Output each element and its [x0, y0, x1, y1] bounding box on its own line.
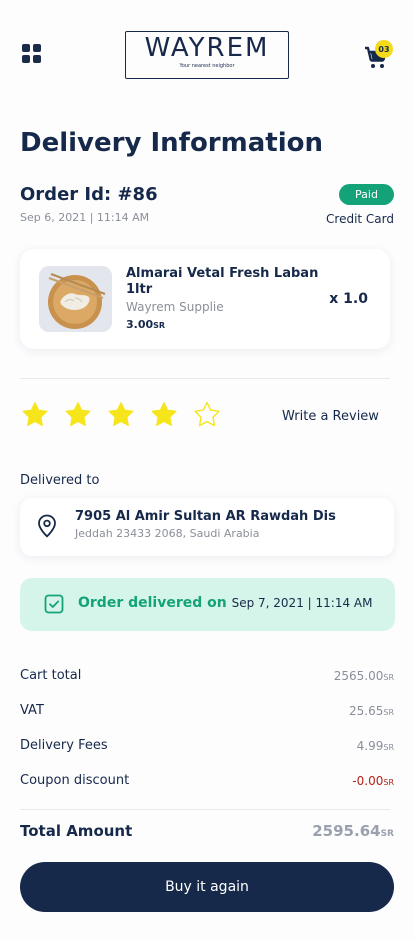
order-delivered-banner: Order delivered on Sep 7, 2021 | 11:14 A…: [20, 578, 395, 631]
star-filled-icon[interactable]: [149, 400, 179, 430]
order-delivered-label: Order delivered on: [78, 595, 227, 611]
product-quantity: x 1.0: [329, 291, 368, 307]
summary-currency: SR: [383, 673, 394, 682]
summary-row-coupon-discount: Coupon discount -0.00SR: [20, 773, 394, 793]
brand-logo[interactable]: WAYREM Your nearest neighbor: [125, 31, 289, 79]
order-date: Sep 6, 2021 | 11:14 AM: [20, 211, 150, 224]
brand-wordmark: WAYREM: [144, 33, 270, 63]
order-delivered-date: Sep 7, 2021 | 11:14 AM: [231, 596, 373, 610]
page-title: Delivery Information: [20, 128, 323, 158]
star-empty-icon[interactable]: [192, 400, 222, 430]
total-currency: SR: [380, 829, 394, 839]
address-card: 7905 Al Amir Sultan AR Rawdah Dis Jeddah…: [20, 498, 394, 556]
address-line-1: 7905 Al Amir Sultan AR Rawdah Dis: [75, 509, 336, 524]
summary-row-vat: VAT 25.65SR: [20, 703, 394, 723]
product-price-currency: SR: [153, 321, 166, 330]
location-pin-icon: [38, 514, 56, 538]
payment-status-badge: Paid: [339, 184, 394, 205]
total-amount-value: 2595.64SR: [312, 822, 394, 840]
summary-currency: SR: [383, 778, 394, 787]
check-square-icon: [44, 594, 64, 614]
buy-again-button[interactable]: Buy it again: [20, 862, 394, 912]
rating-stars[interactable]: [20, 400, 222, 434]
summary-currency: SR: [383, 708, 394, 717]
summary-label: VAT: [20, 703, 44, 718]
product-price: 3.00SR: [126, 318, 165, 331]
summary-label: Cart total: [20, 668, 82, 683]
cart-count-badge: 03: [375, 40, 393, 58]
total-amount-label: Total Amount: [20, 822, 133, 840]
payment-method: Credit Card: [326, 212, 394, 226]
brand-tagline: Your nearest neighbor: [179, 63, 235, 69]
total-amount: 2595.64: [312, 822, 381, 840]
summary-value: 4.99SR: [357, 739, 394, 753]
order-id: Order Id: #86: [20, 184, 158, 205]
product-image: [39, 266, 112, 332]
summary-row-delivery-fees: Delivery Fees 4.99SR: [20, 738, 394, 758]
divider: [20, 809, 390, 810]
address-line-2: Jeddah 23433 2068, Saudi Arabia: [75, 527, 260, 540]
summary-value: 2565.00SR: [334, 669, 394, 683]
summary-value: -0.00SR: [352, 774, 394, 788]
summary-label: Delivery Fees: [20, 738, 108, 753]
star-filled-icon[interactable]: [106, 400, 136, 430]
delivered-to-label: Delivered to: [20, 473, 100, 488]
summary-amount: 2565.00: [333, 669, 384, 683]
star-filled-icon[interactable]: [20, 400, 50, 430]
product-name: Almarai Vetal Fresh Laban 1ltr: [126, 266, 319, 297]
summary-currency: SR: [383, 743, 394, 752]
write-review-link[interactable]: Write a Review: [282, 409, 379, 424]
star-filled-icon[interactable]: [63, 400, 93, 430]
product-vendor: Wayrem Supplie: [126, 300, 224, 314]
order-delivered-text: Order delivered on Sep 7, 2021 | 11:14 A…: [78, 595, 372, 611]
divider: [20, 378, 390, 379]
product-price-value: 3.00: [126, 318, 154, 331]
summary-value: 25.65SR: [349, 704, 394, 718]
summary-amount: -0.00: [352, 774, 384, 788]
product-card[interactable]: Almarai Vetal Fresh Laban 1ltr Wayrem Su…: [20, 249, 390, 349]
summary-amount: 4.99: [356, 739, 384, 753]
summary-amount: 25.65: [349, 704, 384, 718]
app-header: WAYREM Your nearest neighbor 03: [0, 0, 414, 100]
summary-row-cart-total: Cart total 2565.00SR: [20, 668, 394, 688]
menu-grid-icon[interactable]: [22, 44, 42, 64]
summary-label: Coupon discount: [20, 773, 130, 788]
